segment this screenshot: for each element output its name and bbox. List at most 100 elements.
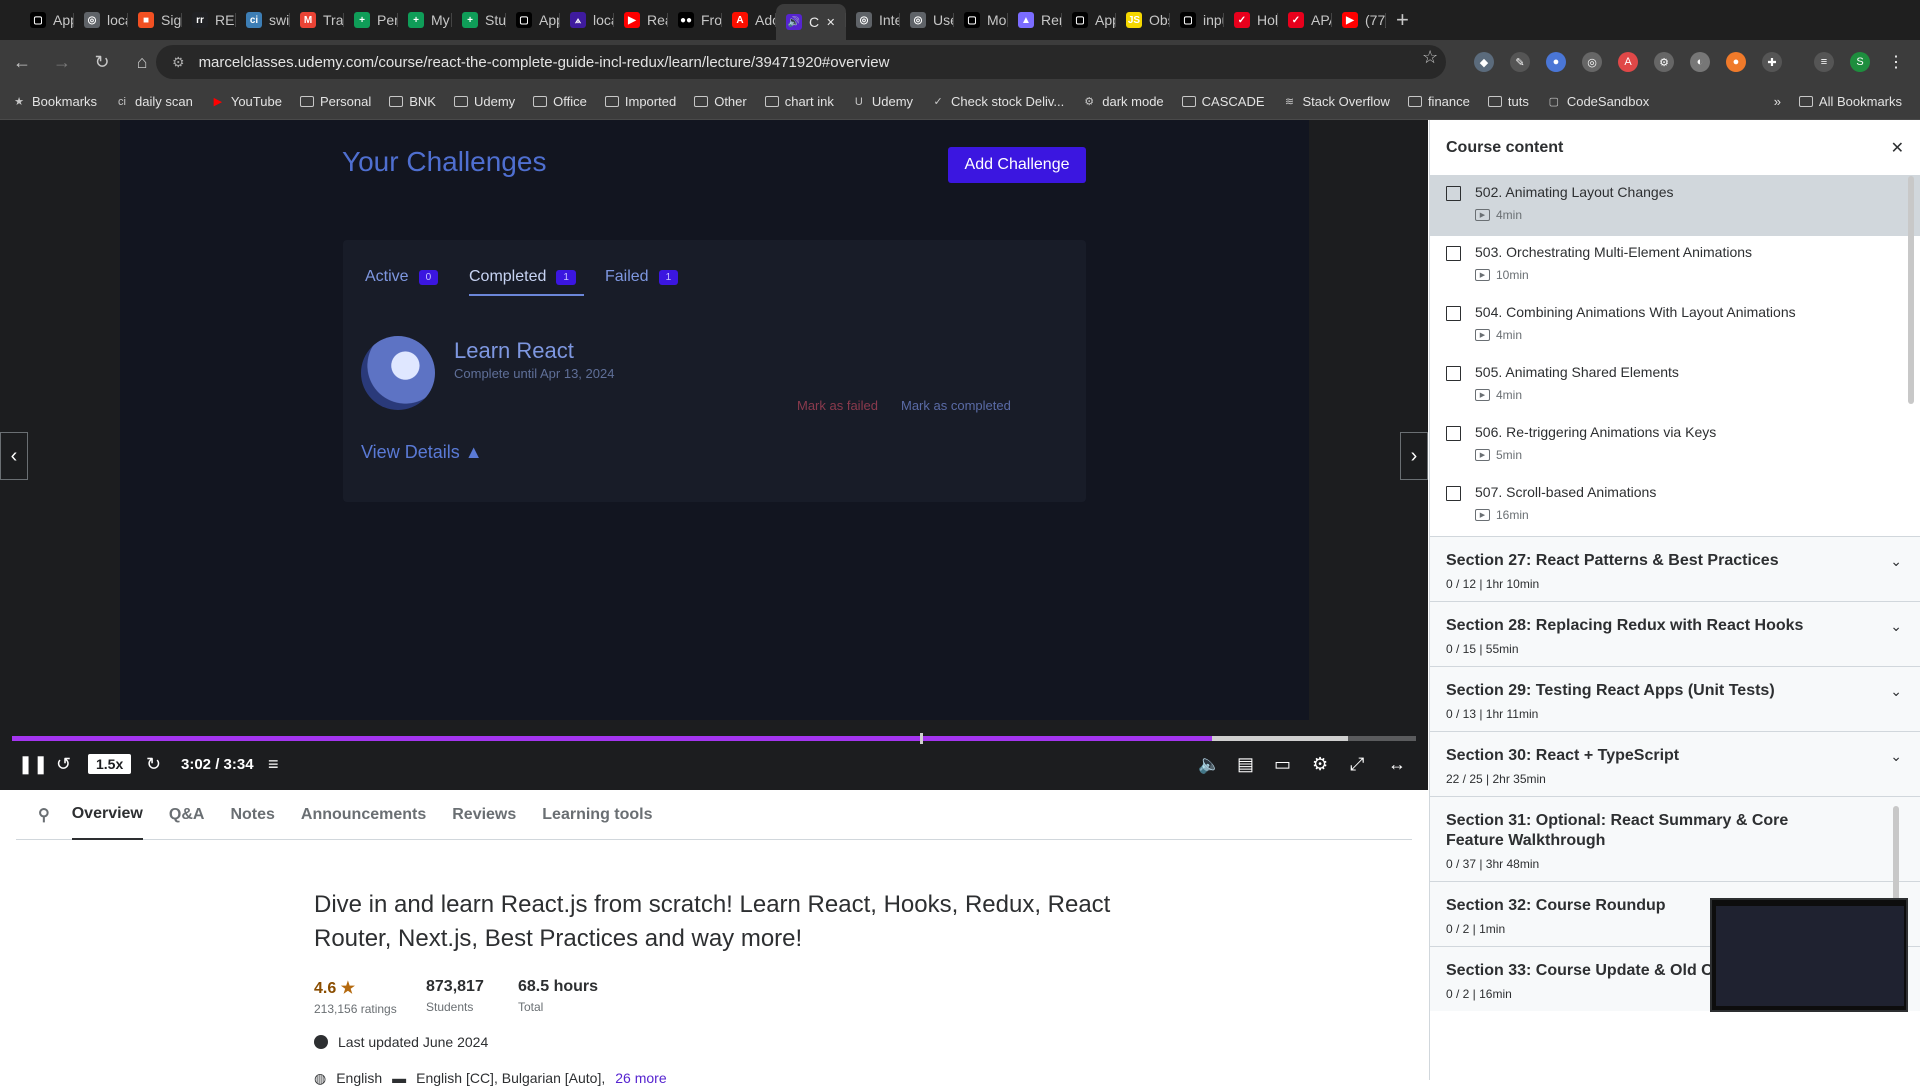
all-bookmarks[interactable]: All Bookmarks (1798, 94, 1902, 109)
browser-tab[interactable]: ▶ (77) (1332, 4, 1386, 36)
bookmark-item[interactable]: Personal (299, 94, 371, 109)
rewind-icon[interactable]: ↺ (56, 746, 71, 782)
puzzle-icon[interactable]: ✚ (1762, 52, 1782, 72)
video-frame[interactable]: Your Challenges Add Challenge Active 0 Co… (120, 120, 1309, 720)
bookmark-item[interactable]: ✓ Check stock Deliv... (931, 94, 1064, 109)
bookmark-item[interactable]: BNK (389, 94, 436, 109)
section-item[interactable]: Section 29: Testing React Apps (Unit Tes… (1430, 666, 1920, 731)
extension-icon[interactable]: ◎ (1582, 52, 1602, 72)
progress-bar[interactable] (12, 733, 1416, 744)
section-item[interactable]: Section 27: React Patterns & Best Practi… (1430, 536, 1920, 601)
lecture-checkbox[interactable] (1446, 366, 1461, 381)
browser-tab[interactable]: ▢ App (506, 4, 560, 36)
browser-tab[interactable]: ●● Fron (668, 4, 722, 36)
bookmark-item[interactable]: U Udemy (852, 94, 913, 109)
bookmark-item[interactable]: ci daily scan (115, 94, 193, 109)
tab-qa[interactable]: Q&A (169, 790, 205, 840)
extension-icon[interactable]: ◆ (1474, 52, 1494, 72)
more-bookmarks-icon[interactable]: » (1774, 94, 1781, 109)
playlist-icon[interactable]: ≡ (268, 746, 279, 782)
address-bar[interactable]: ⚙ marcelclasses.udemy.com/course/react-t… (156, 45, 1446, 79)
bookmark-item[interactable]: ▢ CodeSandbox (1547, 94, 1650, 109)
browser-tab[interactable]: ciswir (236, 4, 290, 36)
tab-overview[interactable]: Overview (71, 790, 143, 840)
bookmark-item[interactable]: Imported (604, 94, 676, 109)
tab-announcements[interactable]: Announcements (301, 790, 426, 840)
picture-in-picture-preview[interactable] (1710, 898, 1908, 1012)
lecture-checkbox[interactable] (1446, 246, 1461, 261)
bookmark-item[interactable]: Udemy (453, 94, 515, 109)
search-icon[interactable]: ⚲ (38, 790, 50, 840)
section-item[interactable]: Section 30: React + TypeScript 22 / 25 | … (1430, 731, 1920, 796)
transcript-icon[interactable]: ▤ (1237, 746, 1254, 782)
browser-tab[interactable]: ▶ Reac (614, 4, 668, 36)
pause-icon[interactable]: ❚❚ (18, 746, 48, 782)
profile-avatar[interactable]: S (1850, 52, 1870, 72)
browser-tab[interactable]: + My T (398, 4, 452, 36)
close-tab-icon[interactable]: ✕ (826, 16, 835, 29)
extension-icon[interactable]: A (1618, 52, 1638, 72)
tab-learning-tools[interactable]: Learning tools (542, 790, 652, 840)
fullscreen-icon[interactable]: ⤢ (1350, 746, 1364, 782)
browser-tab[interactable]: ■ Sign (128, 4, 182, 36)
new-tab-icon[interactable]: + (1396, 7, 1409, 33)
browser-tab[interactable]: M Tras (290, 4, 344, 36)
bookmark-item[interactable]: ⚙ dark mode (1082, 94, 1163, 109)
lecture-checkbox[interactable] (1446, 486, 1461, 501)
home-icon[interactable]: ⌂ (124, 44, 160, 80)
browser-tab[interactable]: ◎ Inte (846, 4, 900, 36)
sidebar-scrollbar[interactable] (1908, 176, 1914, 404)
browser-tab[interactable]: ◎ loca (74, 4, 128, 36)
lecture-item[interactable]: 504. Combining Animations With Layout An… (1430, 296, 1920, 356)
bookmark-item[interactable]: finance (1407, 94, 1470, 109)
browser-tab[interactable]: 🔊 C ✕ (776, 4, 846, 40)
lecture-item[interactable]: 502. Animating Layout Changes ▶ 4min (1430, 176, 1920, 236)
speed-control[interactable]: 1.5x (88, 746, 132, 782)
browser-tab[interactable]: ▢ App (20, 4, 74, 36)
volume-icon[interactable]: 🔈 (1198, 746, 1220, 782)
browser-tab[interactable]: ▢ App (1062, 4, 1116, 36)
browser-tab[interactable]: ✓ Holc (1224, 4, 1278, 36)
lecture-item[interactable]: 505. Animating Shared Elements ▶ 4min (1430, 356, 1920, 416)
previous-lecture-button[interactable]: ‹ (0, 432, 28, 480)
browser-tab[interactable]: + Stud (452, 4, 506, 36)
extension-icon[interactable]: ● (1546, 52, 1566, 72)
close-icon[interactable]: ✕ (1891, 138, 1904, 158)
browser-tab[interactable]: ✓ APA (1278, 4, 1332, 36)
bookmark-item[interactable]: ≋ Stack Overflow (1283, 94, 1390, 109)
sidebar-scrollbar[interactable] (1893, 806, 1899, 906)
bookmark-item[interactable]: Other (694, 94, 747, 109)
lecture-checkbox[interactable] (1446, 426, 1461, 441)
section-item[interactable]: Section 28: Replacing Redux with React H… (1430, 601, 1920, 666)
tab-reviews[interactable]: Reviews (452, 790, 516, 840)
browser-tab[interactable]: JS Obs (1116, 4, 1170, 36)
browser-tab[interactable]: ▢ Mod (954, 4, 1008, 36)
lecture-item[interactable]: 503. Orchestrating Multi-Element Animati… (1430, 236, 1920, 296)
bookmark-item[interactable]: ★ Bookmarks (12, 94, 97, 109)
video-player[interactable]: Your Challenges Add Challenge Active 0 Co… (0, 120, 1428, 790)
expand-icon[interactable]: ↔ (1388, 746, 1406, 782)
bookmark-star-icon[interactable]: ☆ (1422, 47, 1438, 68)
browser-tab[interactable]: ◎ Use (900, 4, 954, 36)
next-lecture-button[interactable]: › (1400, 432, 1428, 480)
site-info-icon[interactable]: ⚙ (172, 54, 185, 71)
bookmark-item[interactable]: ▶ YouTube (211, 94, 282, 109)
section-item[interactable]: Section 31: Optional: React Summary & Co… (1430, 796, 1920, 881)
dropper-icon[interactable]: ✎ (1510, 52, 1530, 72)
more-languages-link[interactable]: 26 more (615, 1070, 666, 1087)
bookmark-item[interactable]: Office (533, 94, 587, 109)
extension-icon[interactable]: ◐ (1690, 52, 1710, 72)
lecture-item[interactable]: 507. Scroll-based Animations ▶ 16min (1430, 476, 1920, 536)
menu-icon[interactable]: ⋮ (1886, 52, 1906, 72)
browser-tab[interactable]: rr REN (182, 4, 236, 36)
captions-icon[interactable]: ▭ (1274, 746, 1291, 782)
forward-icon[interactable]: ↻ (146, 746, 161, 782)
extension-icon[interactable]: ● (1726, 52, 1746, 72)
browser-tab[interactable]: A Ado (722, 4, 776, 36)
lecture-checkbox[interactable] (1446, 186, 1461, 201)
back-icon[interactable]: ← (4, 44, 40, 80)
bookmark-item[interactable]: CASCADE (1181, 94, 1265, 109)
media-icon[interactable]: ≡ (1814, 52, 1834, 72)
extension-icon[interactable]: ⚙ (1654, 52, 1674, 72)
browser-tab[interactable]: + Penc (344, 4, 398, 36)
